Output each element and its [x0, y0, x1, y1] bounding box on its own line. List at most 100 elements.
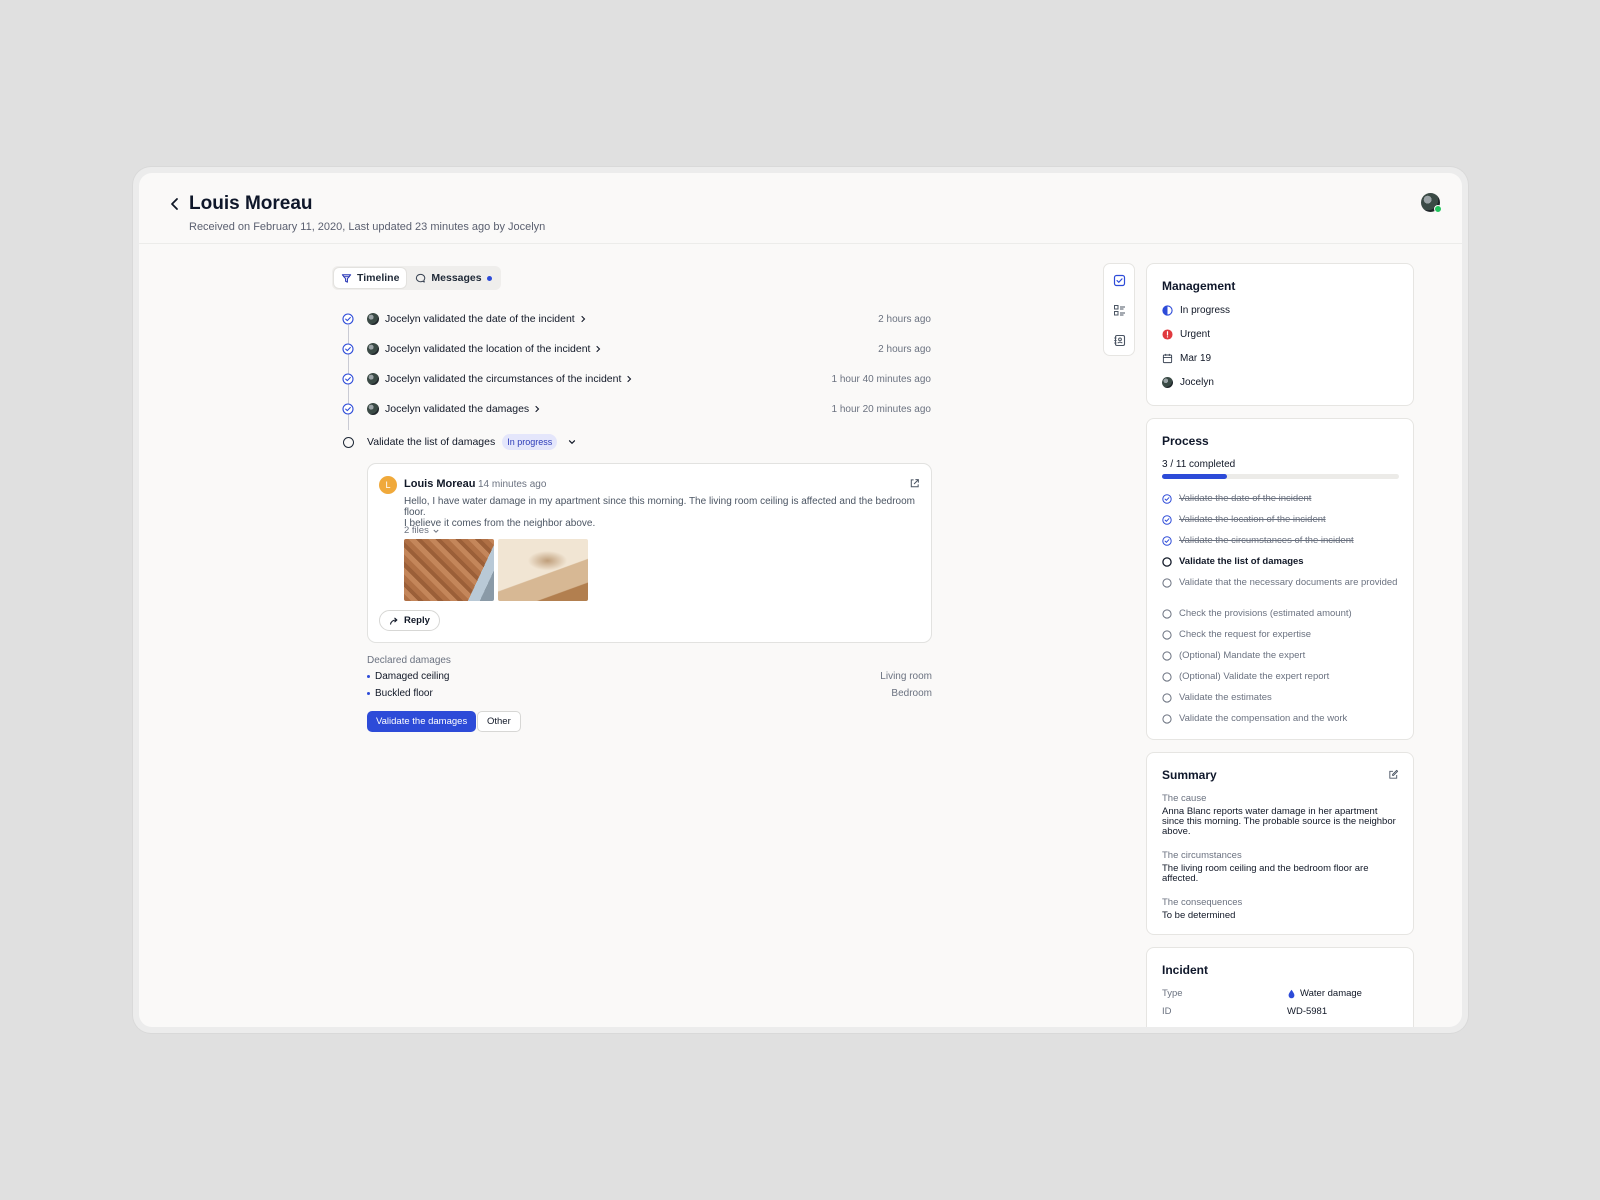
timeline-event: Jocelyn validated the location of the in… [339, 341, 939, 357]
timeline-event-time: 2 hours ago [878, 313, 931, 325]
incident-title: Incident [1162, 963, 1209, 977]
files-label: 2 files [404, 525, 429, 536]
management-status[interactable]: In progress [1162, 305, 1230, 316]
progress-label: 3 / 11 completed [1162, 459, 1236, 470]
checklist-icon[interactable] [1113, 304, 1126, 317]
timeline-event-time: 1 hour 40 minutes ago [831, 373, 931, 385]
open-circle-icon [1162, 693, 1172, 703]
open-circle-icon [1162, 651, 1172, 661]
user-avatar[interactable] [1421, 193, 1442, 213]
files-toggle[interactable]: 2 files [404, 525, 440, 536]
current-step-header[interactable]: Validate the list of damages In progress [367, 434, 577, 450]
message-body: Hello, I have water damage in my apartme… [404, 496, 924, 529]
page-title: Louis Moreau [189, 193, 313, 214]
check-circle-icon [342, 403, 354, 415]
chevron-down-icon[interactable] [567, 437, 577, 447]
water-drop-icon [1288, 989, 1295, 998]
process-card: Process 3 / 11 completed Validate the da… [1146, 418, 1414, 740]
process-step[interactable]: Validate the location of the incident [1162, 515, 1402, 525]
process-step-label: Check the request for expertise [1179, 629, 1312, 640]
cause-text: Anna Blanc reports water damage in her a… [1162, 806, 1396, 837]
external-link-icon[interactable] [909, 478, 920, 489]
current-step-text: Validate the list of damages [367, 436, 496, 448]
timeline-event-link[interactable]: Jocelyn validated the circumstances of t… [385, 373, 633, 385]
management-date[interactable]: Mar 19 [1162, 353, 1211, 364]
damage-name: Buckled floor [375, 688, 433, 699]
process-step-label: Validate the location of the incident [1179, 514, 1326, 525]
timeline-event-text: Jocelyn validated the location of the in… [385, 343, 591, 355]
checkbox-icon[interactable] [1113, 274, 1126, 287]
message-body-line: Hello, I have water damage in my apartme… [404, 496, 916, 518]
incident-id-label: ID [1162, 1006, 1172, 1017]
avatar [367, 343, 379, 355]
process-step[interactable]: Validate the circumstances of the incide… [1162, 536, 1402, 546]
edit-icon[interactable] [1388, 769, 1399, 780]
tab-messages[interactable]: Messages [408, 268, 498, 288]
timeline-current-step: Validate the list of damages In progress [339, 434, 939, 450]
reply-button[interactable]: Reply [379, 610, 440, 631]
open-circle-icon [1162, 609, 1172, 619]
process-step[interactable]: Validate the date of the incident [1162, 494, 1402, 504]
message-time: 14 minutes ago [478, 479, 547, 490]
damage-name: Damaged ceiling [375, 671, 450, 682]
open-circle-icon [1162, 672, 1172, 682]
date-value: Mar 19 [1180, 353, 1212, 364]
check-circle-icon [1162, 536, 1172, 546]
tab-timeline[interactable]: Timeline [334, 268, 407, 288]
declared-damages-title: Declared damages [367, 655, 451, 666]
process-step[interactable]: Validate the estimates [1162, 693, 1402, 703]
damage-location: Living room [880, 671, 932, 682]
chevron-left-icon[interactable] [167, 195, 183, 213]
chevron-down-icon [433, 529, 439, 533]
priority-value: Urgent [1180, 329, 1211, 340]
avatar [367, 313, 379, 325]
process-step[interactable]: Check the provisions (estimated amount) [1162, 609, 1402, 619]
status-value: In progress [1180, 305, 1231, 316]
damage-item: Damaged ceiling Living room [367, 671, 932, 682]
process-step[interactable]: (Optional) Validate the expert report [1162, 672, 1402, 682]
message-card: L Louis Moreau 14 minutes ago Hello, I h… [367, 463, 932, 643]
process-step[interactable]: (Optional) Mandate the expert [1162, 651, 1402, 661]
process-step-label: Validate the date of the incident [1179, 493, 1312, 504]
open-circle-icon [1162, 630, 1172, 640]
damage-item: Buckled floor Bedroom [367, 688, 932, 699]
incident-id-value: WD-5981 [1287, 1006, 1328, 1017]
chevron-right-icon [596, 345, 601, 353]
avatar [1162, 377, 1173, 388]
check-circle-icon [342, 313, 354, 325]
timeline-event-link[interactable]: Jocelyn validated the damages [385, 403, 541, 415]
cause-label: The cause [1162, 793, 1207, 804]
process-step-label: (Optional) Mandate the expert [1179, 650, 1306, 661]
bullet [367, 691, 370, 695]
process-step[interactable]: Check the request for expertise [1162, 630, 1402, 640]
timeline-event-link[interactable]: Jocelyn validated the date of the incide… [385, 313, 587, 325]
incident-type-text: Water damage [1300, 988, 1362, 999]
process-step[interactable]: Validate the list of damages [1162, 557, 1402, 567]
validate-damages-button[interactable]: Validate the damages [367, 711, 477, 732]
chevron-right-icon [627, 375, 632, 383]
unread-dot [486, 275, 492, 281]
timeline-event-time: 1 hour 20 minutes ago [831, 403, 931, 415]
management-priority[interactable]: Urgent [1162, 329, 1210, 340]
timeline-event: Jocelyn validated the date of the incide… [339, 311, 939, 327]
attachment-image-floor[interactable] [404, 539, 494, 601]
summary-title: Summary [1162, 768, 1217, 782]
message-author: Louis Moreau [404, 478, 476, 490]
open-circle-icon [343, 436, 354, 448]
check-circle-icon [1162, 515, 1172, 525]
check-circle-icon [342, 373, 354, 385]
avatar [367, 373, 379, 385]
message-body-line: I believe it comes from the neighbor abo… [404, 518, 596, 529]
funnel-icon [341, 273, 352, 283]
check-circle-icon [342, 343, 354, 355]
process-step-label: Validate the list of damages [1179, 556, 1304, 567]
attachment-image-ceiling[interactable] [498, 539, 588, 601]
contact-book-icon[interactable] [1113, 334, 1126, 347]
timeline-event-link[interactable]: Jocelyn validated the location of the in… [385, 343, 602, 355]
process-step[interactable]: Validate the compensation and the work [1162, 714, 1402, 724]
process-step[interactable]: Validate that the necessary documents ar… [1162, 578, 1402, 588]
other-button[interactable]: Other [477, 711, 521, 732]
avatar [367, 403, 379, 415]
management-assignee[interactable]: Jocelyn [1162, 377, 1214, 388]
chat-bubble-icon [416, 273, 426, 282]
